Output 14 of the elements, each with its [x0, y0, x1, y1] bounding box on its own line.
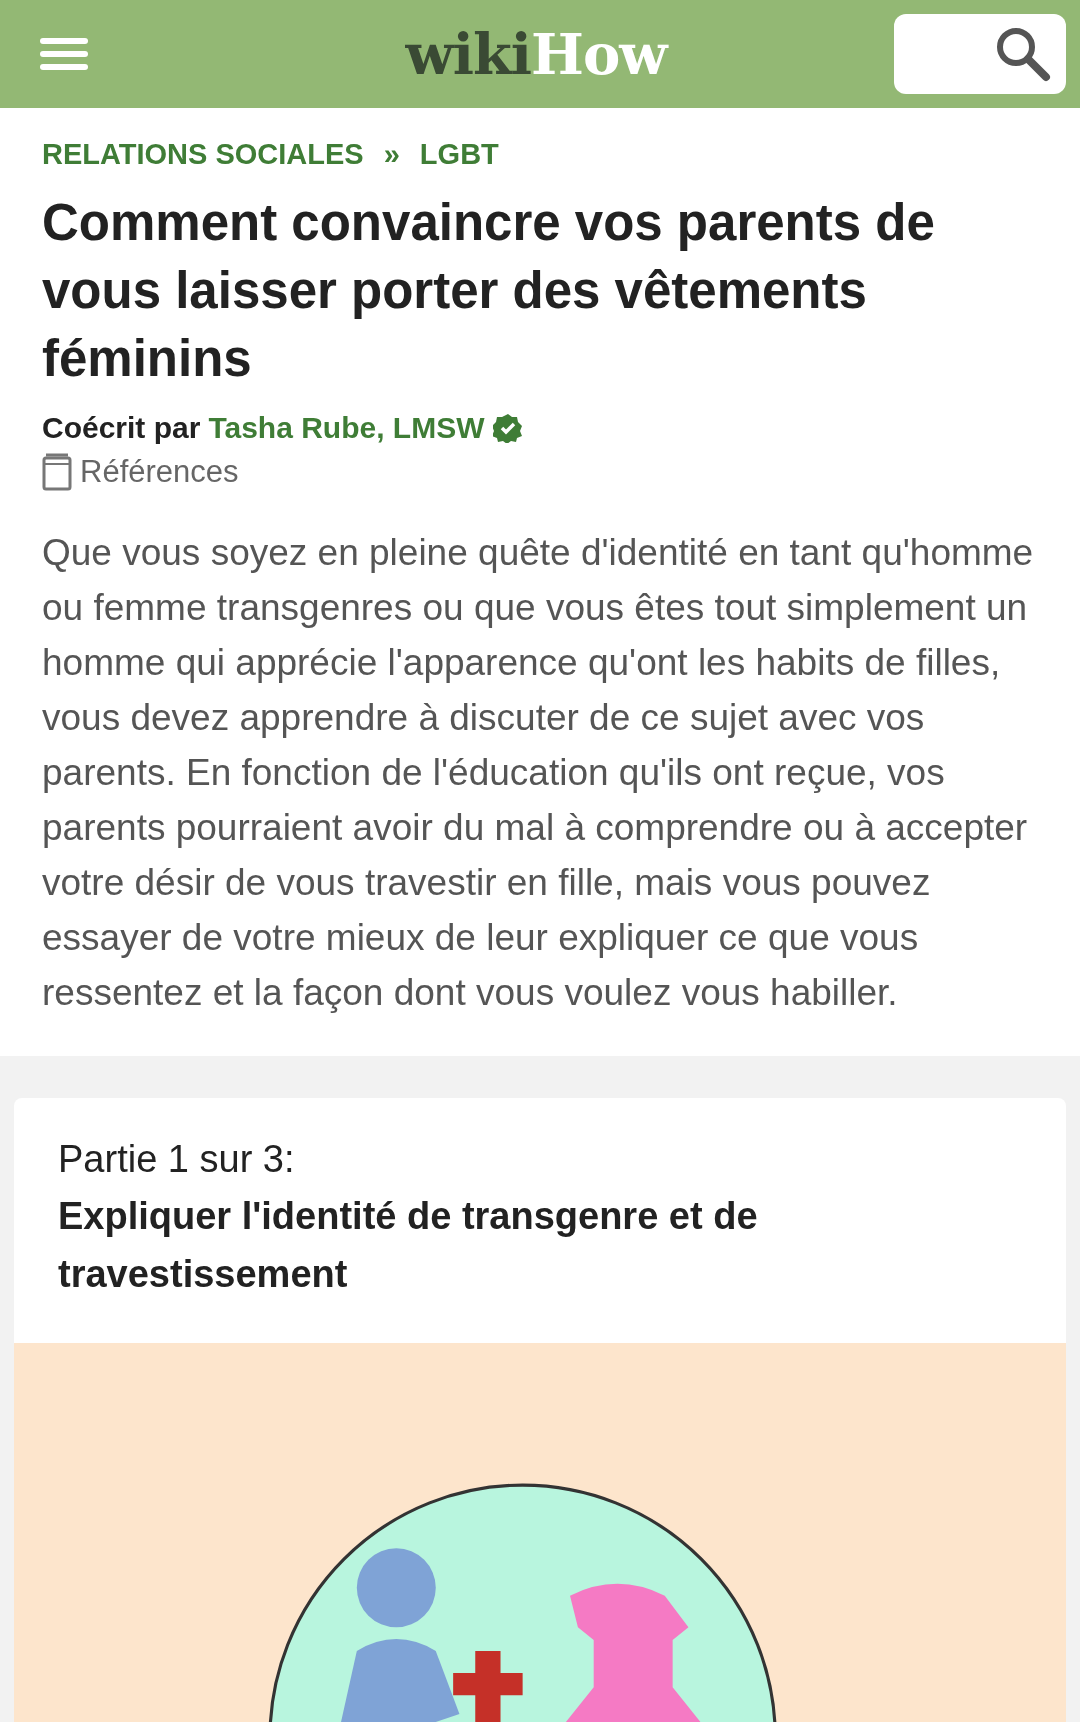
- breadcrumb-link[interactable]: LGBT: [419, 138, 499, 171]
- search-field[interactable]: [894, 14, 1066, 94]
- byline-label: Coécrit par: [42, 411, 201, 445]
- site-logo[interactable]: wikiHow: [405, 21, 667, 87]
- breadcrumb-link[interactable]: RELATIONS SOCIALES: [42, 138, 364, 171]
- book-icon: [42, 453, 72, 491]
- references-link[interactable]: Références: [80, 454, 239, 490]
- article-title: Comment convaincre vos parents de vous laisser porter des vêtements féminins: [42, 193, 936, 389]
- breadcrumb-separator: »: [383, 138, 400, 171]
- author-link[interactable]: Tasha Rube, LMSW: [208, 411, 485, 445]
- section-heading: Expliquer l'identité de transgenre et de travestissement: [58, 1194, 759, 1297]
- intro-paragraph: Que vous soyez en pleine quête d'identité en tant qu'homme ou femme transgenres ou que vous êtes tout simplement un homme qui apprécie l'apparence qu'ont les habits de filles, vous devez apprendre à discuter de ce sujet avec vos parents. En fonction de l'éducation qu'ils ont reçue, vos parents pourraient avoir du mal à comprendre ou à accepter votre désir de vous travestir en fille, mais vous pouvez essayer de votre mieux de leur expliquer ce que vous ressentez et la façon dont vous voulez vous habiller.: [42, 531, 1035, 1015]
- search-icon: [994, 25, 1052, 83]
- part-label: Partie 1 sur 3:: [58, 1138, 296, 1181]
